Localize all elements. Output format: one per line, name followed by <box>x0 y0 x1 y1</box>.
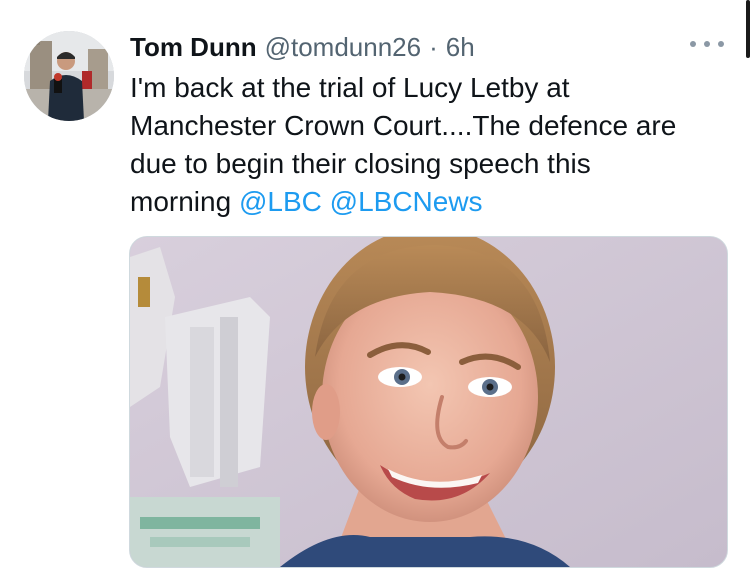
avatar[interactable] <box>24 31 114 121</box>
more-dot <box>704 41 710 47</box>
tweet-media-image[interactable] <box>129 236 728 568</box>
tweet-text-word: morning <box>130 186 232 217</box>
more-dot <box>690 41 696 47</box>
tweet-card[interactable]: Tom Dunn @tomdunn26 · 6h I'm back at the… <box>0 0 750 580</box>
header-separator: · <box>429 31 438 62</box>
tweet-text-line: Manchester Crown Court....The defence ar… <box>130 110 677 141</box>
mention-link-lbcnews[interactable]: @LBCNews <box>330 186 483 217</box>
tweet-text: I'm back at the trial of Lucy Letby at M… <box>130 69 730 221</box>
tweet-text-line-last: morning @LBC @LBCNews <box>130 183 730 221</box>
more-options-icon[interactable] <box>690 34 724 54</box>
tweet-header: Tom Dunn @tomdunn26 · 6h <box>130 31 475 63</box>
author-name[interactable]: Tom Dunn <box>130 32 257 63</box>
avatar-photo <box>24 31 114 121</box>
author-handle[interactable]: @tomdunn26 <box>265 32 422 63</box>
tweet-text-line: due to begin their closing speech this <box>130 148 591 179</box>
timestamp[interactable]: 6h <box>446 32 475 63</box>
photo-woman-portrait <box>130 237 727 567</box>
mention-link-lbc[interactable]: @LBC <box>239 186 322 217</box>
window-edge <box>746 0 750 58</box>
tweet-text-line: I'm back at the trial of Lucy Letby at <box>130 72 570 103</box>
more-dot <box>718 41 724 47</box>
